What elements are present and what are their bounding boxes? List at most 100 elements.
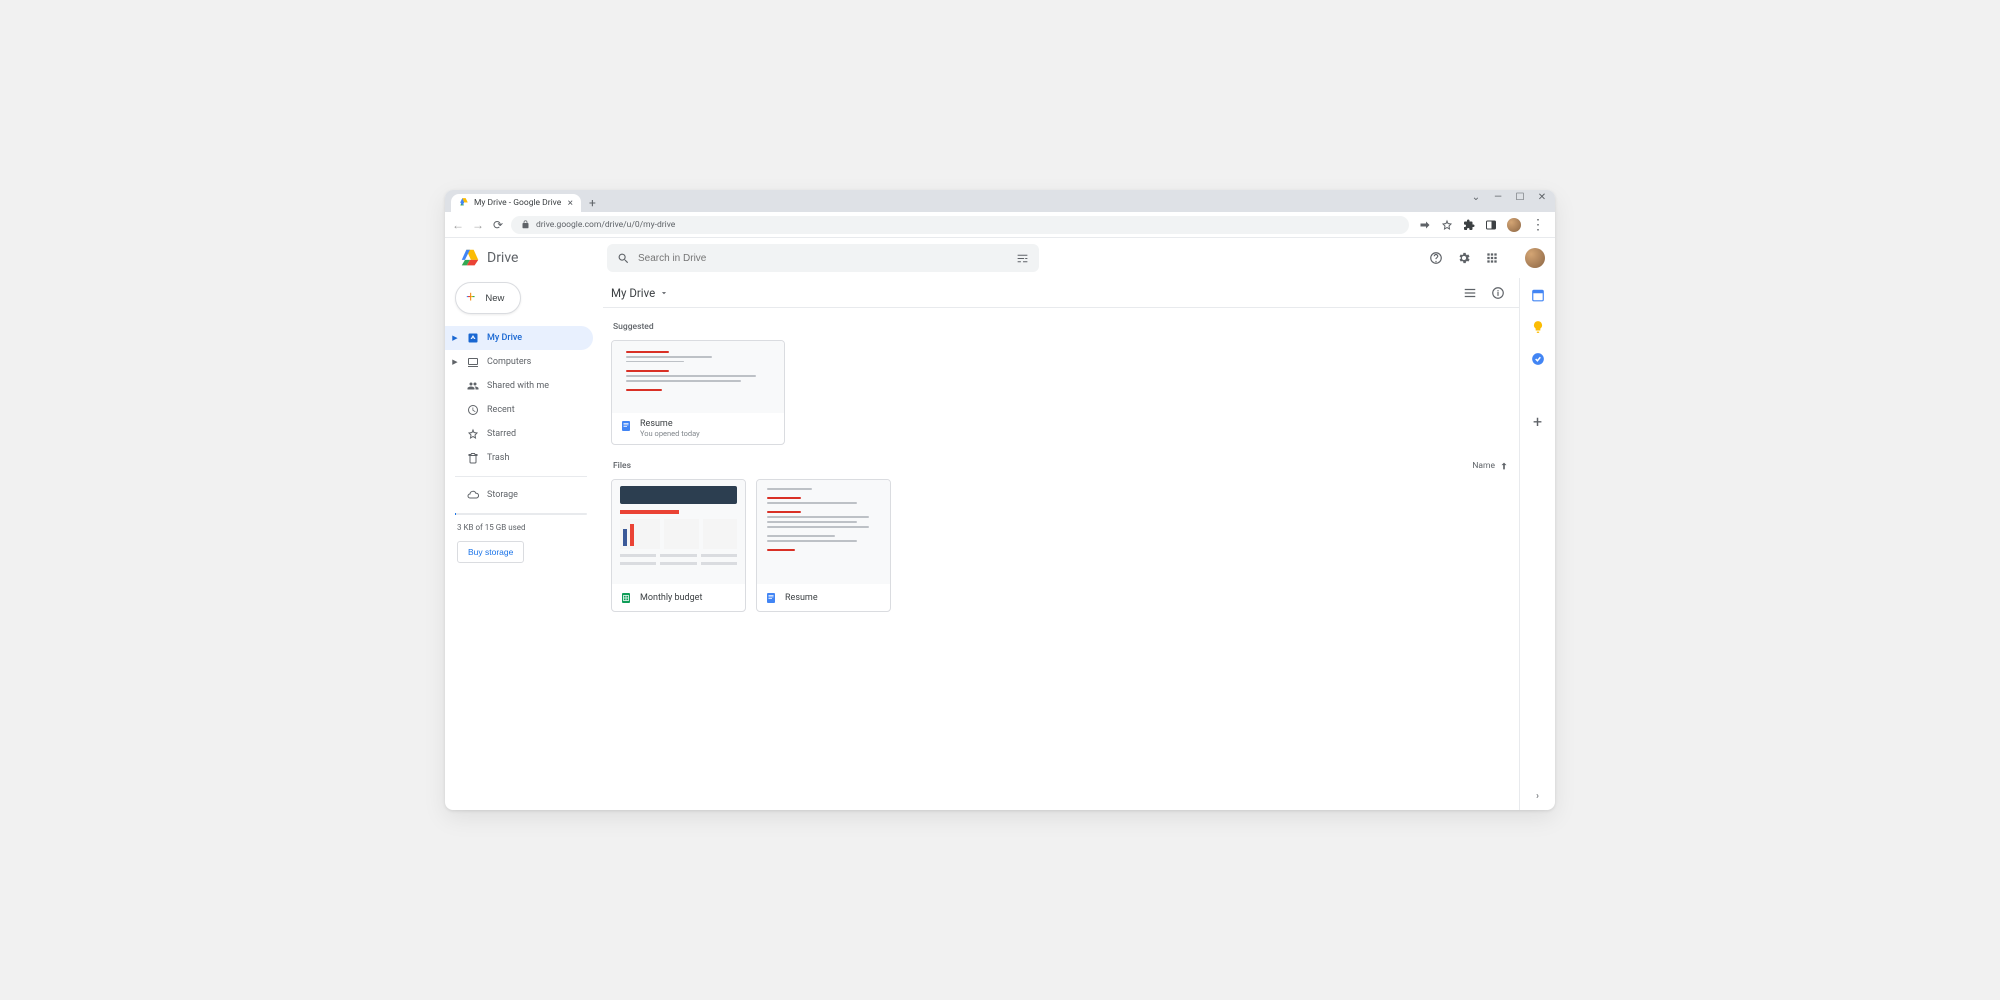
tab-bar: My Drive - Google Drive × + ⌄ — ☐ ✕	[445, 190, 1555, 212]
close-tab-icon[interactable]: ×	[568, 198, 573, 209]
breadcrumb-label: My Drive	[611, 286, 655, 300]
maximize-icon[interactable]: ☐	[1515, 192, 1525, 203]
files-label: Files	[613, 461, 631, 471]
share-icon[interactable]	[1419, 219, 1431, 231]
settings-gear-icon[interactable]	[1457, 251, 1471, 265]
files-row: Monthly budget	[611, 479, 1511, 612]
calendar-icon[interactable]	[1531, 288, 1545, 302]
reload-icon[interactable]: ⟳	[491, 218, 505, 232]
sidebar-item-label: Trash	[487, 453, 509, 463]
files-header: Files Name	[613, 461, 1509, 471]
right-side-panel: + ›	[1519, 278, 1555, 810]
forward-icon[interactable]: →	[471, 218, 485, 232]
search-icon	[617, 252, 630, 265]
sidebar-item-label: Recent	[487, 405, 515, 415]
new-tab-button[interactable]: +	[589, 196, 596, 210]
expand-caret-icon[interactable]: ▶	[451, 358, 459, 366]
sidebar-item-shared[interactable]: Shared with me	[445, 374, 593, 398]
sidebar: + New ▶ My Drive ▶ Computers Shared with	[445, 278, 603, 810]
docs-file-icon	[620, 420, 632, 432]
search-input[interactable]	[638, 253, 1008, 264]
file-card[interactable]: Resume	[756, 479, 891, 612]
window-control-icon[interactable]: ⌄	[1471, 192, 1481, 203]
drive-logo-icon	[459, 247, 481, 269]
computers-icon	[467, 356, 479, 368]
new-button-label: New	[485, 293, 504, 304]
sidebar-item-computers[interactable]: ▶ Computers	[445, 350, 593, 374]
sheets-file-icon	[620, 592, 632, 604]
keep-icon[interactable]	[1531, 320, 1545, 334]
app-header: Drive	[445, 238, 1555, 278]
back-icon[interactable]: ←	[451, 218, 465, 232]
window-controls: ⌄ — ☐ ✕	[1471, 192, 1547, 203]
app-body: + New ▶ My Drive ▶ Computers Shared with	[445, 278, 1555, 810]
search-box[interactable]	[607, 244, 1039, 272]
extensions-icon[interactable]	[1463, 219, 1475, 231]
file-thumbnail	[612, 480, 745, 584]
url-text: drive.google.com/drive/u/0/my-drive	[536, 220, 675, 230]
content: Suggested	[603, 308, 1519, 810]
storage-usage-text: 3 KB of 15 GB used	[457, 523, 603, 532]
file-title: Monthly budget	[640, 593, 702, 603]
arrow-up-icon	[1499, 461, 1509, 471]
suggested-card[interactable]: Resume You opened today	[611, 340, 785, 445]
collapse-panel-icon[interactable]: ›	[1536, 791, 1539, 802]
file-thumbnail	[612, 341, 784, 413]
sidebar-item-label: Starred	[487, 429, 516, 439]
recent-icon	[467, 404, 479, 416]
star-icon	[467, 428, 479, 440]
expand-caret-icon[interactable]: ▶	[451, 334, 459, 342]
suggested-label: Suggested	[613, 322, 1511, 332]
url-field[interactable]: drive.google.com/drive/u/0/my-drive	[511, 216, 1409, 234]
file-thumbnail	[757, 480, 890, 584]
breadcrumb[interactable]: My Drive	[611, 286, 669, 300]
suggested-row: Resume You opened today	[611, 340, 1511, 445]
plus-icon: +	[466, 289, 475, 307]
lock-icon	[521, 220, 530, 229]
sidebar-item-label: Computers	[487, 357, 531, 367]
list-view-icon[interactable]	[1463, 286, 1477, 300]
file-title: Resume	[785, 593, 818, 603]
new-button[interactable]: + New	[455, 282, 521, 314]
drive-favicon-icon	[459, 197, 469, 210]
search-options-icon[interactable]	[1016, 252, 1029, 265]
sidepanel-icon[interactable]	[1485, 219, 1497, 231]
sidebar-item-my-drive[interactable]: ▶ My Drive	[445, 326, 593, 350]
info-icon[interactable]	[1491, 286, 1505, 300]
logo-text: Drive	[487, 250, 518, 266]
help-icon[interactable]	[1429, 251, 1443, 265]
sidebar-item-starred[interactable]: Starred	[445, 422, 593, 446]
file-subtitle: You opened today	[640, 429, 700, 438]
main-area: My Drive Suggested	[603, 278, 1519, 810]
drive-app: Drive + New ▶	[445, 238, 1555, 810]
header-actions	[1429, 248, 1545, 268]
browser-window: My Drive - Google Drive × + ⌄ — ☐ ✕ ← → …	[445, 190, 1555, 810]
sidebar-item-label: Storage	[487, 490, 518, 500]
apps-grid-icon[interactable]	[1485, 251, 1499, 265]
sidebar-item-trash[interactable]: Trash	[445, 446, 593, 470]
sort-button[interactable]: Name	[1472, 461, 1509, 471]
kebab-menu-icon[interactable]: ⋮	[1531, 218, 1545, 232]
drive-nav-icon	[467, 332, 479, 344]
account-avatar[interactable]	[1525, 248, 1545, 268]
buy-storage-button[interactable]: Buy storage	[457, 541, 524, 563]
profile-avatar-icon[interactable]	[1507, 218, 1521, 232]
close-window-icon[interactable]: ✕	[1537, 192, 1547, 203]
sidebar-item-recent[interactable]: Recent	[445, 398, 593, 422]
chevron-down-icon	[659, 288, 669, 298]
sidebar-item-label: My Drive	[487, 333, 522, 343]
address-bar: ← → ⟳ drive.google.com/drive/u/0/my-driv…	[445, 212, 1555, 238]
docs-file-icon	[765, 592, 777, 604]
minimize-icon[interactable]: —	[1493, 192, 1503, 203]
add-addon-icon[interactable]: +	[1533, 412, 1542, 431]
storage-meter	[455, 513, 587, 515]
bookmark-star-icon[interactable]	[1441, 219, 1453, 231]
drive-logo[interactable]: Drive	[459, 247, 599, 269]
file-title: Resume	[640, 419, 700, 429]
shared-icon	[467, 380, 479, 392]
cloud-icon	[467, 489, 479, 501]
file-card[interactable]: Monthly budget	[611, 479, 746, 612]
sidebar-item-storage[interactable]: Storage	[445, 483, 593, 507]
tasks-icon[interactable]	[1531, 352, 1545, 366]
browser-tab[interactable]: My Drive - Google Drive ×	[451, 194, 581, 212]
